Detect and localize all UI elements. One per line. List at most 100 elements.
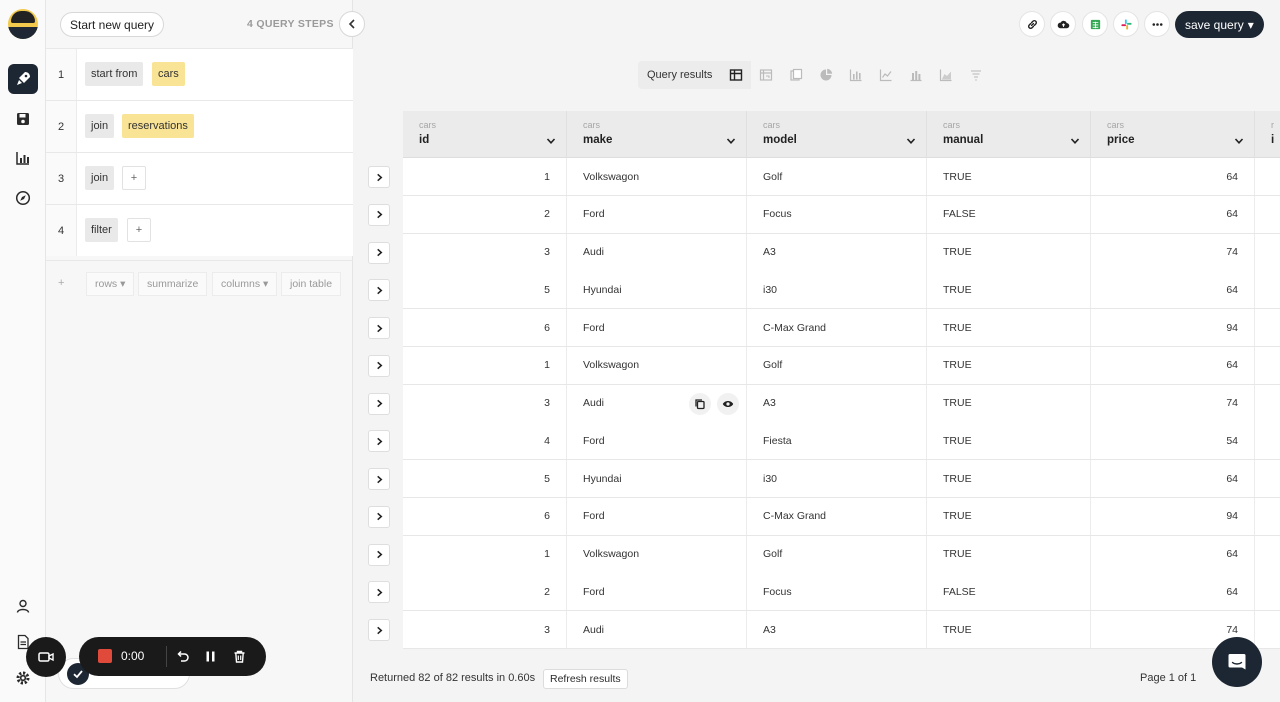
column-header-i[interactable]: ri (1255, 111, 1280, 158)
chat-support-button[interactable] (1212, 637, 1262, 687)
tab-query-results[interactable]: Query results (638, 61, 722, 89)
expand-row-button[interactable] (368, 354, 390, 377)
expand-row-button[interactable] (368, 392, 390, 415)
add-summarize-button[interactable]: summarize (138, 272, 208, 296)
save-icon[interactable] (8, 104, 38, 134)
app-logo[interactable] (8, 9, 38, 39)
cell-price: 64 (1091, 271, 1255, 309)
chevron-down-icon[interactable] (1070, 136, 1080, 146)
step-chip-filter[interactable]: filter (85, 218, 118, 242)
table-row[interactable]: 3 Audi A3 TRUE 74 (403, 384, 1280, 423)
slack-icon[interactable] (1113, 11, 1139, 37)
recorder-camera-button[interactable] (26, 637, 66, 677)
trash-icon[interactable] (230, 647, 248, 665)
expand-row-button[interactable] (368, 619, 390, 641)
chevron-down-icon[interactable] (1234, 136, 1244, 146)
column-header-id[interactable]: cars id (403, 111, 567, 158)
table-row[interactable]: 1 Volkswagon Golf TRUE 64 (403, 535, 1280, 574)
table-row[interactable]: 6 Ford C-Max Grand TRUE 94 (403, 497, 1280, 536)
google-sheets-icon[interactable] (1082, 11, 1108, 37)
step-chip-add[interactable]: + (122, 166, 146, 190)
column-header-make[interactable]: cars make (567, 111, 747, 158)
expand-row-button[interactable] (368, 241, 390, 264)
expand-row-button[interactable] (368, 203, 390, 226)
cell-model: i30 (747, 460, 927, 497)
table-row[interactable]: 4 Ford Fiesta TRUE 54 (403, 422, 1280, 461)
expand-row-button[interactable] (368, 505, 390, 528)
table-row[interactable]: 3 Audi A3 TRUE 74 (403, 233, 1280, 272)
single-value-icon[interactable] (781, 61, 811, 89)
cell-make: Hyundai (567, 271, 747, 309)
column-name: make (583, 134, 613, 146)
chevron-down-icon[interactable] (726, 136, 736, 146)
cell-price: 74 (1091, 384, 1255, 422)
funnel-icon[interactable] (961, 61, 991, 89)
column-source-table: r (1271, 120, 1274, 130)
stacked-bar-icon[interactable] (901, 61, 931, 89)
table-icon[interactable] (721, 61, 752, 89)
cell-overflow (1255, 422, 1280, 459)
step-chip-join[interactable]: join (85, 166, 115, 190)
table-row[interactable]: 5 Hyundai i30 TRUE 64 (403, 271, 1280, 310)
expand-row-button[interactable] (368, 581, 390, 604)
column-header-model[interactable]: cars model (747, 111, 927, 158)
table-row[interactable]: 3 Audi A3 TRUE 74 (403, 611, 1280, 649)
undo-icon[interactable] (173, 647, 191, 665)
copy-icon[interactable] (689, 392, 711, 415)
table-row[interactable]: 2 Ford Focus FALSE 64 (403, 195, 1280, 234)
column-name: price (1107, 134, 1135, 146)
add-columns-button[interactable]: columns ▾ (212, 272, 278, 296)
add-step-plus[interactable]: + (58, 277, 64, 289)
cell-price: 54 (1091, 422, 1255, 460)
step-chip-reservations[interactable]: reservations (122, 114, 194, 138)
query-step: 2 join reservations (46, 100, 353, 152)
expand-row-button[interactable] (368, 279, 390, 302)
cell-id: 6 (403, 497, 567, 535)
bar-chart-icon[interactable] (841, 61, 871, 89)
area-chart-icon[interactable] (931, 61, 961, 89)
cell-overflow (1255, 611, 1280, 648)
chevron-right-icon (376, 362, 382, 370)
rocket-icon[interactable] (8, 64, 38, 94)
column-header-manual[interactable]: cars manual (927, 111, 1091, 158)
expand-row-button[interactable] (368, 430, 390, 453)
link-icon[interactable] (1019, 11, 1045, 37)
expand-row-button[interactable] (368, 166, 390, 188)
add-rows-button[interactable]: rows ▾ (86, 272, 135, 296)
step-chip-cars[interactable]: cars (152, 62, 185, 86)
pie-chart-icon[interactable] (811, 61, 841, 89)
column-header-price[interactable]: cars price (1091, 111, 1255, 158)
bar-chart-icon[interactable] (8, 143, 38, 173)
expand-row-button[interactable] (368, 543, 390, 566)
table-row[interactable]: 6 Ford C-Max Grand TRUE 94 (403, 309, 1280, 347)
compass-icon[interactable] (8, 183, 38, 213)
step-chip-add[interactable]: + (127, 218, 151, 242)
pivot-icon[interactable] (751, 61, 781, 89)
table-row[interactable]: 1 Volkswagon Golf TRUE 64 (403, 158, 1280, 196)
step-chip-join[interactable]: join (85, 114, 115, 138)
start-new-query-button[interactable]: Start new query (60, 12, 165, 37)
step-chip-start-from[interactable]: start from (85, 62, 144, 86)
add-join-table-button[interactable]: join table (281, 272, 342, 296)
more-icon[interactable] (1144, 11, 1170, 37)
chevron-down-icon[interactable] (546, 136, 556, 146)
cloud-upload-icon[interactable] (1050, 11, 1076, 37)
stop-recording-button[interactable] (98, 649, 112, 663)
table-row[interactable]: 5 Hyundai i30 TRUE 64 (403, 460, 1280, 498)
eye-icon[interactable] (717, 392, 739, 415)
pause-icon[interactable] (201, 647, 219, 665)
save-query-button[interactable]: save query ▾ (1175, 11, 1264, 38)
collapse-panel-button[interactable] (339, 11, 365, 37)
pagination-label: Page 1 of 1 (1140, 672, 1197, 684)
line-chart-icon[interactable] (871, 61, 901, 89)
table-row[interactable]: 1 Volkswagon Golf TRUE 64 (403, 346, 1280, 385)
expand-row-button[interactable] (368, 468, 390, 490)
table-row[interactable]: 2 Ford Focus FALSE 64 (403, 573, 1280, 612)
chevron-down-icon[interactable] (906, 136, 916, 146)
cell-manual: TRUE (927, 497, 1091, 535)
expand-row-button[interactable] (368, 317, 390, 339)
recording-timer: 0:00 (121, 649, 145, 663)
column-source-table: cars (419, 120, 437, 130)
user-icon[interactable] (8, 591, 38, 621)
refresh-results-button[interactable]: Refresh results (543, 669, 628, 689)
